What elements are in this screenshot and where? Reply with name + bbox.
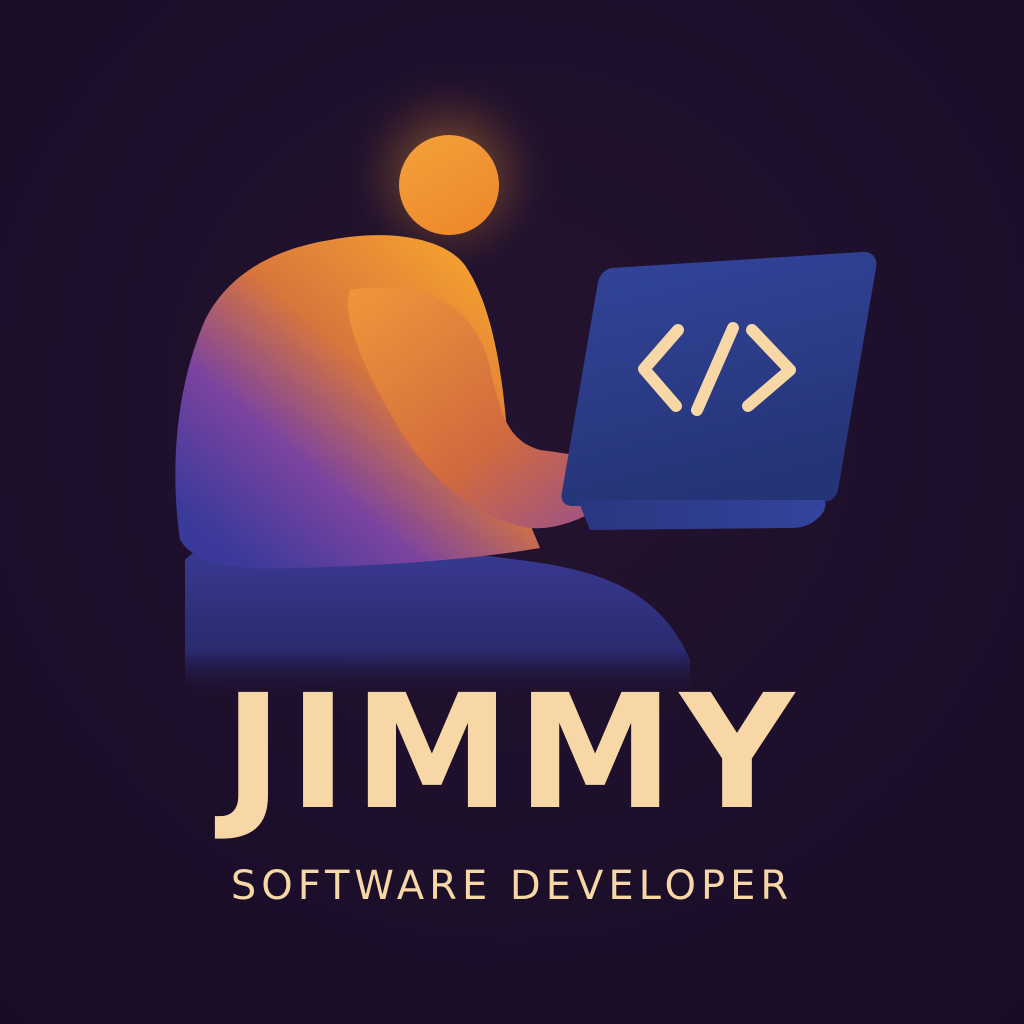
developer-illustration	[175, 65, 877, 700]
laptop-icon	[561, 251, 877, 506]
logo-name: JIMMY	[223, 661, 801, 845]
laptop-base	[578, 500, 826, 530]
logo-tagline: SOFTWARE DEVELOPER	[230, 863, 794, 909]
person-head	[399, 135, 499, 235]
logo-canvas: JIMMY SOFTWARE DEVELOPER	[0, 0, 1024, 1024]
